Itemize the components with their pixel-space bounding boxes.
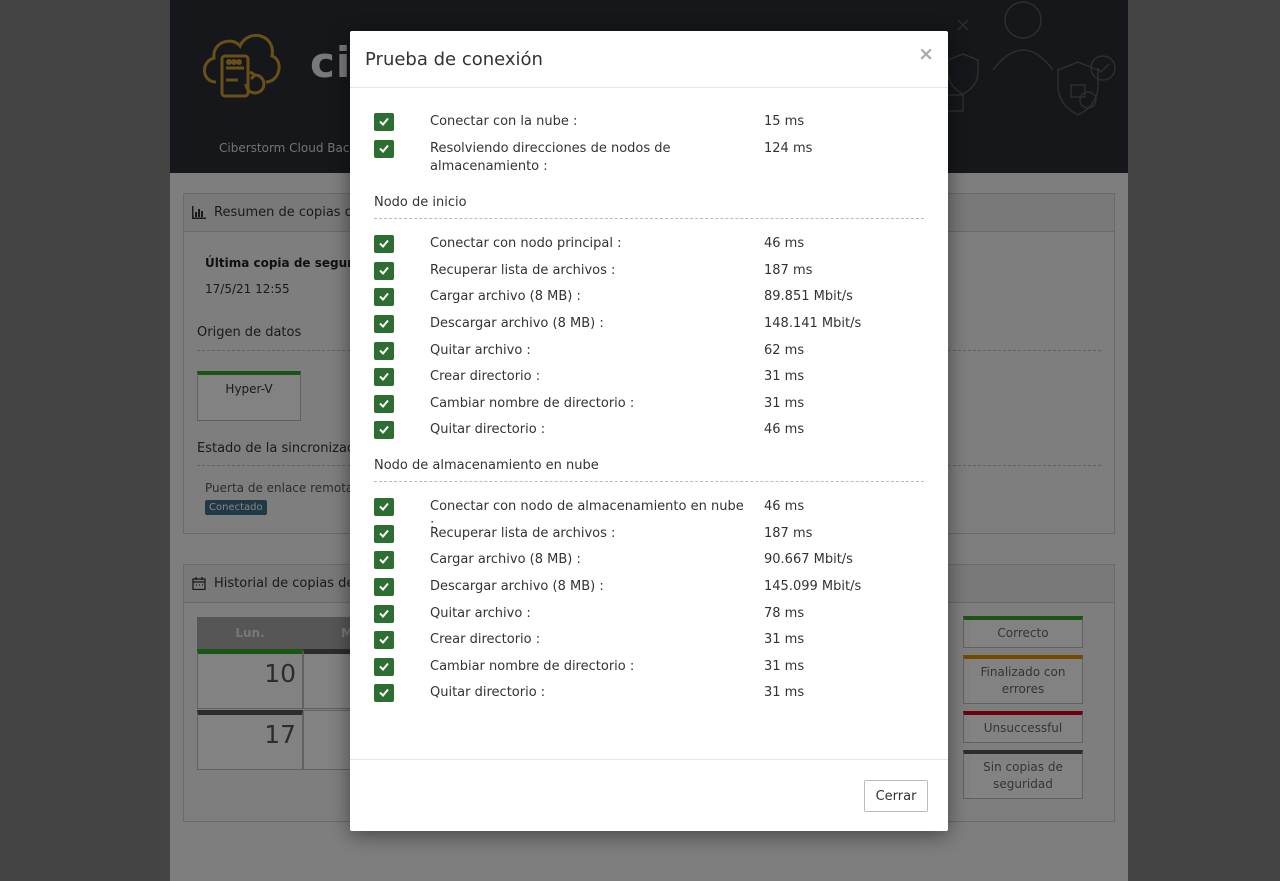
check-icon — [374, 658, 394, 676]
dialog-footer: Cerrar — [350, 759, 948, 831]
check-icon — [374, 235, 394, 253]
test-value: 31 ms — [764, 685, 805, 700]
test-label: Quitar archivo : — [430, 606, 531, 621]
close-button[interactable]: Cerrar — [864, 780, 928, 812]
test-value: 187 ms — [764, 263, 813, 278]
test-value: 31 ms — [764, 659, 805, 674]
test-value: 124 ms — [764, 141, 813, 156]
check-icon — [374, 421, 394, 439]
check-icon — [374, 288, 394, 306]
test-value: 90.667 Mbit/s — [764, 552, 853, 567]
check-icon — [374, 684, 394, 702]
test-value: 31 ms — [764, 632, 805, 647]
test-label: Conectar con nodo principal : — [430, 236, 622, 251]
test-label: Resolviendo direcciones de nodos de alma… — [430, 141, 671, 174]
check-icon — [374, 113, 394, 131]
test-label: Descargar archivo (8 MB) : — [430, 579, 604, 594]
test-label: Quitar directorio : — [430, 685, 546, 700]
section-cloud-node: Nodo de almacenamiento en nube — [374, 458, 924, 482]
test-label: Cambiar nombre de directorio : — [430, 659, 635, 674]
check-icon — [374, 578, 394, 596]
test-label: Conectar con la nube : — [430, 114, 578, 129]
check-icon — [374, 262, 394, 280]
dialog-body: Conectar con la nube : 15 ms Resolviendo… — [350, 89, 948, 759]
dialog-header: Prueba de conexión × — [350, 31, 948, 88]
test-value: 62 ms — [764, 343, 805, 358]
test-label: Recuperar lista de archivos : — [430, 526, 616, 541]
dialog-title: Prueba de conexión — [365, 49, 543, 70]
close-icon[interactable]: × — [918, 43, 934, 65]
connection-test-dialog: Prueba de conexión × Conectar con la nub… — [350, 31, 948, 831]
test-value: 31 ms — [764, 369, 805, 384]
test-value: 15 ms — [764, 114, 805, 129]
test-label: Cargar archivo (8 MB) : — [430, 552, 581, 567]
test-value: 46 ms — [764, 236, 805, 251]
check-icon — [374, 525, 394, 543]
check-icon — [374, 315, 394, 333]
check-icon — [374, 605, 394, 623]
test-value: 187 ms — [764, 526, 813, 541]
test-label: Recuperar lista de archivos : — [430, 263, 616, 278]
test-value: 148.141 Mbit/s — [764, 316, 862, 331]
check-icon — [374, 498, 394, 516]
check-icon — [374, 551, 394, 569]
test-value: 145.099 Mbit/s — [764, 579, 862, 594]
test-label: Cargar archivo (8 MB) : — [430, 289, 581, 304]
check-icon — [374, 395, 394, 413]
test-value: 46 ms — [764, 499, 805, 514]
test-value: 89.851 Mbit/s — [764, 289, 853, 304]
test-label: Descargar archivo (8 MB) : — [430, 316, 604, 331]
section-start-node: Nodo de inicio — [374, 195, 924, 219]
test-value: 31 ms — [764, 396, 805, 411]
test-label: Quitar directorio : — [430, 422, 546, 437]
check-icon — [374, 342, 394, 360]
check-icon — [374, 631, 394, 649]
test-label: Crear directorio : — [430, 632, 541, 647]
check-icon — [374, 368, 394, 386]
test-label: Quitar archivo : — [430, 343, 531, 358]
check-icon — [374, 140, 394, 158]
test-value: 78 ms — [764, 606, 805, 621]
test-value: 46 ms — [764, 422, 805, 437]
test-label: Cambiar nombre de directorio : — [430, 396, 635, 411]
test-label: Crear directorio : — [430, 369, 541, 384]
